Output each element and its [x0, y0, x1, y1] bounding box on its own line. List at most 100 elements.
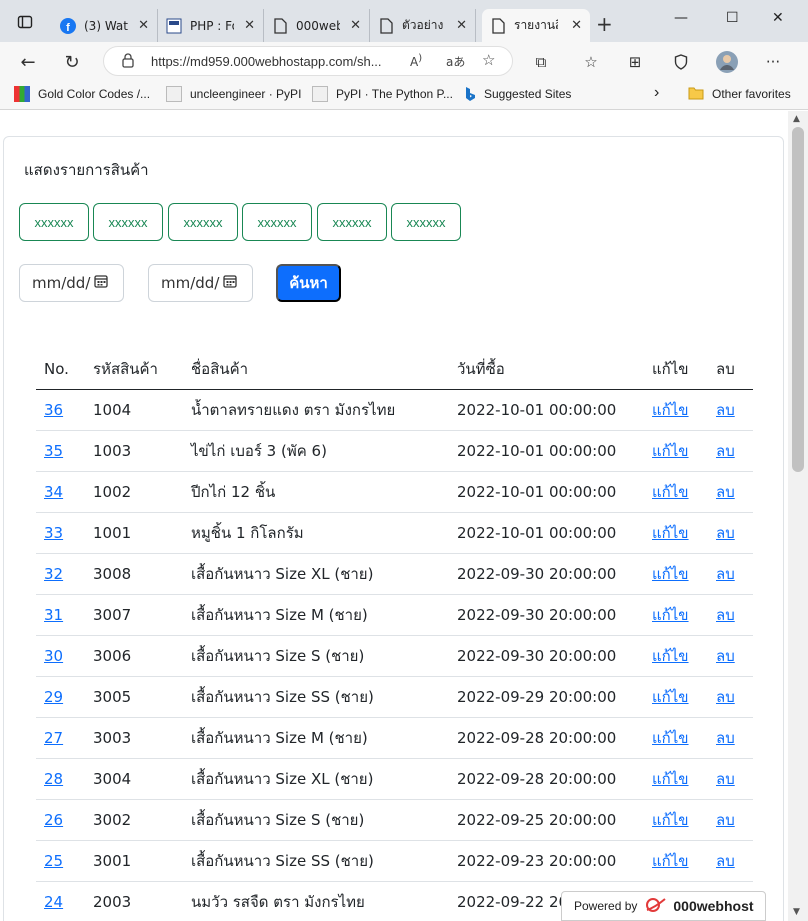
delete-link[interactable]: ลบ: [716, 442, 735, 460]
row-no-link[interactable]: 28: [44, 770, 63, 788]
delete-link[interactable]: ลบ: [716, 688, 735, 706]
delete-link[interactable]: ลบ: [716, 606, 735, 624]
edit-link[interactable]: แก้ไข: [652, 852, 689, 870]
edit-link[interactable]: แก้ไข: [652, 524, 689, 542]
filter-chip[interactable]: xxxxxx: [317, 203, 387, 241]
url-box[interactable]: https://md959.000webhostapp.com/sh... A)…: [103, 46, 513, 76]
delete-link[interactable]: ลบ: [716, 770, 735, 788]
row-no-link[interactable]: 31: [44, 606, 63, 624]
shield-icon[interactable]: [670, 51, 692, 73]
tab-000web[interactable]: 000web ✕: [264, 9, 370, 42]
delete-link[interactable]: ลบ: [716, 401, 735, 419]
avatar[interactable]: [716, 51, 738, 73]
tab-facebook[interactable]: f (3) Watc ✕: [52, 9, 158, 42]
favorite-item[interactable]: Suggested Sites: [464, 86, 571, 102]
delete-link[interactable]: ลบ: [716, 729, 735, 747]
maximize-icon[interactable]: ☐: [726, 10, 739, 26]
row-no-link[interactable]: 25: [44, 852, 63, 870]
calendar-icon[interactable]: [223, 274, 238, 292]
close-icon[interactable]: ✕: [350, 18, 361, 33]
delete-link-cell: ลบ: [708, 635, 753, 677]
row-no-link[interactable]: 24: [44, 893, 63, 911]
new-tab-icon[interactable]: +: [596, 12, 613, 36]
edit-link[interactable]: แก้ไข: [652, 483, 689, 501]
row-no-link[interactable]: 35: [44, 442, 63, 460]
scrollbar[interactable]: ▲ ▼: [788, 111, 808, 921]
extensions-icon[interactable]: ⧉: [530, 51, 552, 73]
search-button[interactable]: ค้นหา: [276, 264, 341, 302]
read-aloud-icon[interactable]: A): [410, 53, 422, 69]
favorite-item[interactable]: uncleengineer · PyPI: [166, 86, 301, 102]
powered-brand: 000webhost: [673, 898, 754, 914]
calendar-icon[interactable]: [94, 274, 109, 292]
row-no-link[interactable]: 36: [44, 401, 63, 419]
powered-by-badge[interactable]: Powered by 000webhost: [561, 891, 766, 921]
date-from-input[interactable]: mm/dd/: [19, 264, 124, 302]
edit-link[interactable]: แก้ไข: [652, 811, 689, 829]
delete-link[interactable]: ลบ: [716, 647, 735, 665]
minimize-icon[interactable]: —: [674, 10, 688, 26]
filter-chip[interactable]: xxxxxx: [242, 203, 312, 241]
row-date: 2022-09-30 20:00:00: [449, 553, 644, 595]
url-text[interactable]: https://md959.000webhostapp.com/sh...: [151, 54, 382, 69]
tab-bar: f (3) Watc ✕ PHP : Fo ✕ 000web ✕ ตัวอย่า…: [0, 0, 808, 44]
close-icon[interactable]: ✕: [138, 18, 149, 33]
edit-link[interactable]: แก้ไข: [652, 606, 689, 624]
collections-icon[interactable]: ⊞: [624, 51, 646, 73]
scroll-up-icon[interactable]: ▲: [793, 114, 800, 124]
close-icon[interactable]: ✕: [571, 18, 582, 33]
row-no-link[interactable]: 30: [44, 647, 63, 665]
back-icon[interactable]: ←: [14, 48, 42, 76]
edit-link[interactable]: แก้ไข: [652, 442, 689, 460]
add-favorite-icon[interactable]: ☆: [482, 51, 495, 69]
edit-link[interactable]: แก้ไข: [652, 401, 689, 419]
lock-icon[interactable]: [122, 53, 134, 72]
other-favorites[interactable]: Other favorites: [688, 86, 791, 102]
delete-link[interactable]: ลบ: [716, 852, 735, 870]
filter-chip[interactable]: xxxxxx: [19, 203, 89, 241]
delete-link[interactable]: ลบ: [716, 524, 735, 542]
table-row: 28 3004 เสื้อกันหนาว Size XL (ชาย) 2022-09-…: [36, 758, 753, 800]
favorite-item[interactable]: PyPI · The Python P...: [312, 86, 453, 102]
close-window-icon[interactable]: ✕: [772, 10, 784, 26]
favorites-icon[interactable]: ☆: [580, 51, 602, 73]
row-no-link[interactable]: 32: [44, 565, 63, 583]
row-no-link[interactable]: 29: [44, 688, 63, 706]
more-options-icon[interactable]: ···: [762, 51, 784, 73]
edit-link[interactable]: แก้ไข: [652, 565, 689, 583]
row-no-link[interactable]: 27: [44, 729, 63, 747]
tab-actions-icon[interactable]: [11, 8, 39, 36]
edit-link[interactable]: แก้ไข: [652, 647, 689, 665]
scroll-down-icon[interactable]: ▼: [793, 907, 800, 917]
refresh-icon[interactable]: ↻: [58, 48, 86, 76]
filter-chip[interactable]: xxxxxx: [93, 203, 163, 241]
filter-chip[interactable]: xxxxxx: [168, 203, 238, 241]
filter-chip[interactable]: xxxxxx: [391, 203, 461, 241]
scrollbar-thumb[interactable]: [792, 127, 804, 472]
row-no-link[interactable]: 33: [44, 524, 63, 542]
row-no-link[interactable]: 26: [44, 811, 63, 829]
delete-link-cell: ลบ: [708, 676, 753, 718]
tab-example[interactable]: ตัวอย่าง ✕: [370, 9, 476, 42]
delete-link[interactable]: ลบ: [716, 811, 735, 829]
row-no-link[interactable]: 34: [44, 483, 63, 501]
close-icon[interactable]: ✕: [244, 18, 255, 33]
row-code: 3007: [85, 594, 183, 636]
row-date: 2022-10-01 00:00:00: [449, 471, 644, 513]
edit-link[interactable]: แก้ไข: [652, 729, 689, 747]
close-icon[interactable]: ✕: [456, 18, 467, 33]
edit-link[interactable]: แก้ไข: [652, 688, 689, 706]
delete-link-cell: ลบ: [708, 717, 753, 759]
favorite-item[interactable]: Gold Color Codes /...: [14, 86, 150, 102]
delete-link[interactable]: ลบ: [716, 483, 735, 501]
row-name: เสื้อกันหนาว Size S (ชาย): [183, 799, 449, 841]
tab-php[interactable]: PHP : Fo ✕: [158, 9, 264, 42]
edit-link[interactable]: แก้ไข: [652, 770, 689, 788]
chevron-right-icon[interactable]: ›: [654, 84, 659, 102]
translate-icon[interactable]: aあ: [446, 53, 465, 70]
date-to-input[interactable]: mm/dd/: [148, 264, 253, 302]
delete-link[interactable]: ลบ: [716, 565, 735, 583]
row-no-link-cell: 27: [36, 717, 85, 759]
tab-report[interactable]: รายงานสิ ✕: [482, 9, 590, 42]
delete-link-cell: ลบ: [708, 430, 753, 472]
